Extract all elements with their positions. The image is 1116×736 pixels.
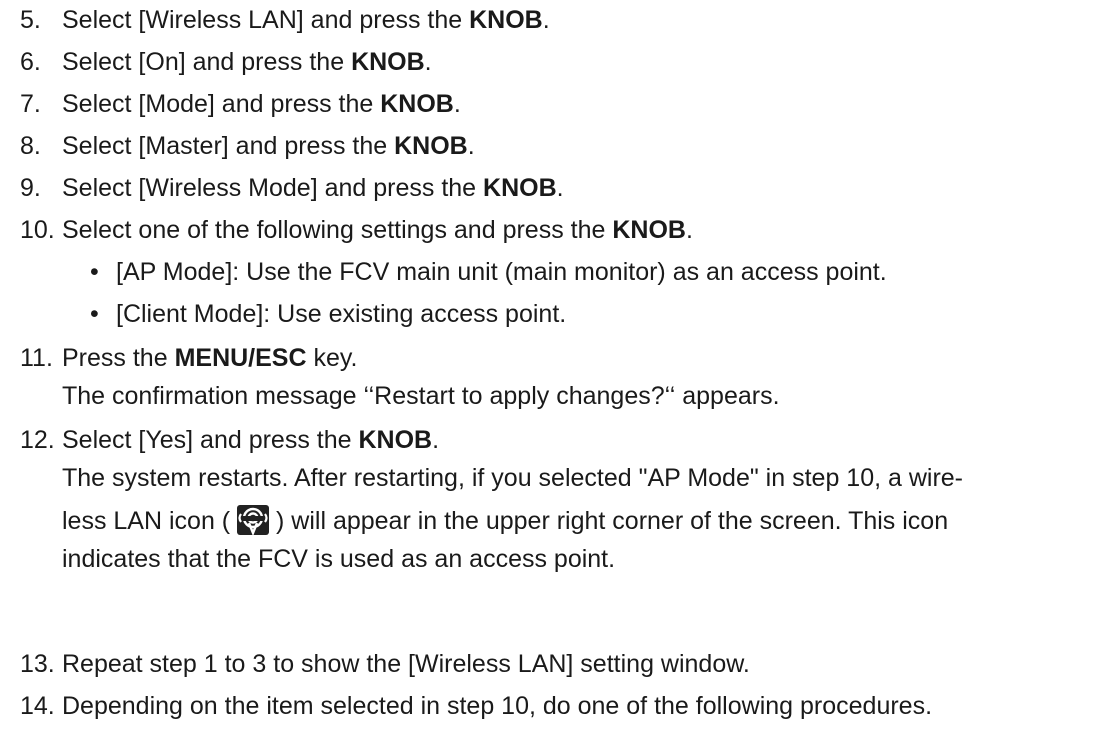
step-text: Select [On] and press the KNOB. xyxy=(62,48,432,76)
step-number: 5. xyxy=(20,6,41,34)
step-12-description-line-2: less LAN icon ( ) will appear in the upp… xyxy=(62,505,949,537)
step-number: 13. xyxy=(20,650,55,678)
knob-label: KNOB xyxy=(469,6,543,34)
knob-label: KNOB xyxy=(612,216,686,244)
step-number: 9. xyxy=(20,174,41,202)
knob-label: KNOB xyxy=(483,174,557,202)
step-11-description: The confirmation message ‘‘Restart to ap… xyxy=(62,382,780,410)
bullet-text: [Client Mode]: Use existing access point… xyxy=(116,300,567,328)
knob-label: KNOB xyxy=(380,90,454,118)
step-number: 10. xyxy=(20,216,55,244)
step-text: Select [Master] and press the KNOB. xyxy=(62,132,475,160)
step-number: 14. xyxy=(20,692,55,720)
step-text: Repeat step 1 to 3 to show the [Wireless… xyxy=(62,650,750,678)
knob-label: KNOB xyxy=(394,132,468,160)
step-number: 7. xyxy=(20,90,41,118)
knob-label: KNOB xyxy=(358,426,433,454)
step-text: Select [Wireless LAN] and press the KNOB… xyxy=(62,6,550,34)
bullet-text: [AP Mode]: Use the FCV main unit (main m… xyxy=(116,258,887,286)
step-number: 8. xyxy=(20,132,41,160)
step-number: 12. xyxy=(20,426,55,454)
step-12-description-line-1: The system restarts. After restarting, i… xyxy=(62,464,964,492)
bullet-dot: • xyxy=(90,300,99,328)
step-text: Select [Mode] and press the KNOB. xyxy=(62,90,461,118)
knob-label: KNOB xyxy=(351,48,425,76)
wireless-lan-icon xyxy=(237,505,270,537)
step-number: 6. xyxy=(20,48,41,76)
step-12-description-line-3: indicates that the FCV is used as an acc… xyxy=(62,545,616,573)
step-text: Select [Yes] and press the KNOB. The sys… xyxy=(62,426,964,573)
step-number: 11. xyxy=(20,344,53,372)
step-text: Depending on the item selected in step 1… xyxy=(62,692,933,720)
bullet-dot: • xyxy=(90,258,99,286)
step-text: Select [Wireless Mode] and press the KNO… xyxy=(62,174,564,202)
menu-esc-label: MENU/ESC xyxy=(174,344,307,372)
step-text: Select one of the following settings and… xyxy=(62,216,693,244)
step-text: Press the MENU/ESC key. The confirmation… xyxy=(62,344,780,410)
bullet-client-mode: • [Client Mode]: Use existing access poin… xyxy=(90,299,566,329)
bullet-ap-mode: • [AP Mode]: Use the FCV main unit (main … xyxy=(90,257,887,287)
